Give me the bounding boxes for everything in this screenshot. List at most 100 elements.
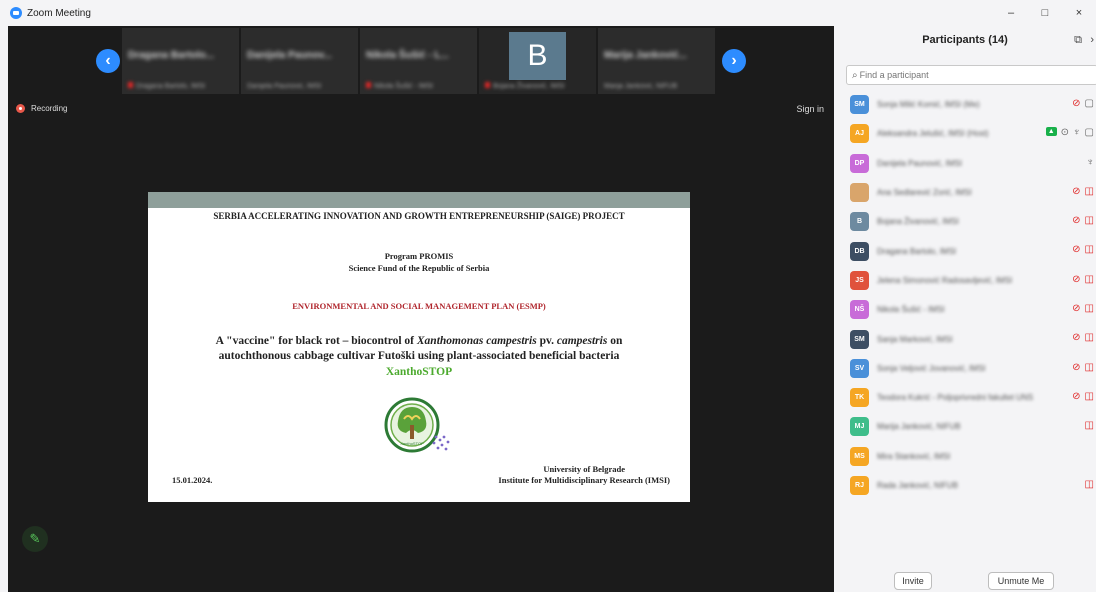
avatar: TK [850,388,869,408]
avatar: SM [850,329,869,349]
participant-name: Bojana Živanović, IMSI [877,217,959,227]
mic-icon: ♆ [1086,156,1095,168]
muted-mic-icon: ⊘ [1072,303,1081,315]
video-off-icon: ◫ [1084,390,1094,402]
participant-row[interactable]: TK Teodora Kukrić - Poljoprivredni fakult… [834,383,1096,412]
participant-name: Mira Stanković, IMSI [877,451,951,461]
muted-mic-icon: ⊘ [1072,273,1081,285]
participant-row[interactable]: DP Danijela Paunović, IMSI ♆ [834,149,1096,178]
video-tile[interactable]: Dragana Bartolo... Dragana Bartolo, IMSI [122,28,239,94]
avatar [850,183,869,203]
muted-mic-icon: ⊘ [1072,244,1081,256]
tile-sub-text: Bojana Živanović, IMSI [493,83,565,90]
participant-status-icons: ⊘ ◫ [1072,215,1094,226]
participant-search[interactable]: ⌕ [846,65,1096,85]
participant-status-icons: ♆ [1087,157,1095,168]
tile-name: Marija Janković... [604,50,687,61]
participant-name: Nikola Šušić - IMSI [877,305,945,315]
unmute-me-button[interactable]: Unmute Me [988,572,1054,590]
muted-mic-icon: ⊘ [1072,361,1081,373]
muted-mic-icon: ⊘ [1072,390,1081,402]
participant-name: Rada Janković, NIFUB [877,481,958,490]
recording-indicator[interactable]: Recording [16,104,67,113]
pop-out-icon[interactable]: ⧉ [1074,34,1082,47]
participant-list: SM Sonja Milić Komić, IMSI (Me) ⊘ ▢ AJ Aleksa… [834,90,1096,500]
avatar: RJ [850,476,869,495]
avatar: SM [850,95,869,115]
participant-row[interactable]: RJ Rada Janković, NIFUB ◫ [834,471,1096,500]
participant-name: Dragana Bartolo, IMSI [877,246,957,256]
participant-row[interactable]: JS Jelena Simonović Radosavljević, IMSI ⊘ ◫ [834,266,1096,295]
title-part: on [607,335,623,347]
xanthostop-logo-icon: XanthoSTOP [384,397,450,453]
next-page-icon[interactable]: › [722,49,746,73]
tile-name: Danijela Paunov... [247,50,332,61]
tile-subtitle: Nikola Šušić - IMSI [366,82,433,90]
muted-mic-icon: ⊘ [1072,185,1081,197]
participant-row[interactable]: MJ Marija Janković, NIFUB ◫ [834,412,1096,441]
invite-button[interactable]: Invite [894,572,932,590]
video-tile[interactable]: Nikola Šušić - L... Nikola Šušić - IMSI [360,28,477,94]
maximize-button[interactable]: □ [1028,0,1062,26]
participant-row[interactable]: MS Mira Stanković, IMSI [834,442,1096,471]
avatar: NŠ [850,300,869,320]
sign-in-link[interactable]: Sign in [796,104,824,114]
participant-row[interactable]: B Bojana Živanović, IMSI ⊘ ◫ [834,207,1096,236]
avatar: JS [850,270,869,290]
tile-sub-text: Dragana Bartolo, IMSI [136,83,206,90]
tile-sub-text: Nikola Šušić - IMSI [374,83,434,90]
video-off-icon: ▢ [1084,98,1094,109]
participant-name: Jelena Simonović Radosavljević, IMSI [877,275,1013,285]
window-title: Zoom Meeting [27,7,91,19]
video-off-icon: ▢ [1084,127,1094,139]
participant-status-icons: ⊘ ◫ [1072,244,1094,255]
avatar: MS [850,446,869,466]
avatar: SV [850,358,869,378]
participant-name: Ana Sedlarević Zorić, IMSI [877,188,972,198]
participant-name: Danijela Paunović, IMSI [877,158,962,168]
video-strip: Dragana Bartolo... Dragana Bartolo, IMSI… [122,28,718,94]
video-tile[interactable]: Marija Janković... Marija Janković, NIFU… [598,28,715,94]
search-input[interactable] [859,70,1080,80]
meeting-stage: ‹ Dragana Bartolo... Dragana Bartolo, IM… [8,26,834,592]
video-off-icon: ◫ [1084,361,1094,373]
participant-name: Sanja Marković, IMSI [877,334,953,344]
minimize-button[interactable]: – [994,0,1028,26]
participant-row[interactable]: DB Dragana Bartolo, IMSI ⊘ ◫ [834,236,1096,265]
participant-row[interactable]: SV Sonja Veljović Jovanović, IMSI ⊘ ◫ [834,354,1096,383]
avatar: B [509,32,566,80]
muted-mic-icon [128,82,133,88]
video-tile[interactable]: Danijela Paunov... Danijela Paunović, IM… [241,28,358,94]
video-off-icon: ◫ [1084,215,1094,227]
previous-page-icon[interactable]: ‹ [96,49,120,73]
participant-status-icons: ◫ [1085,420,1094,431]
mic-icon: ♆ [1073,127,1081,139]
participant-status-icons: ⊘ ◫ [1072,362,1094,373]
participant-row[interactable]: AJ Aleksandra Jelušić, IMSI (Host) ▲ ⊙ ♆ ▢ [834,119,1096,148]
video-tile[interactable]: B Bojana Živanović, IMSI [479,28,596,94]
tile-sub-text: Marija Janković, NIFUB [604,83,678,90]
tile-subtitle: Marija Janković, NIFUB [604,83,677,90]
muted-mic-icon: ⊘ [1072,98,1081,109]
participant-name: Sonja Veljović Jovanović, IMSI [877,363,986,373]
close-button[interactable]: × [1062,0,1096,26]
title-part: A "vaccine" for black rot – biocontrol o… [215,335,417,347]
zoom-logo-icon [10,7,22,19]
participant-name: Teodora Kukrić - Poljoprivredni fakultet… [877,393,1034,403]
muted-mic-icon: ⊘ [1072,215,1081,227]
avatar: DP [850,153,869,173]
participant-row[interactable]: SM Sonja Milić Komić, IMSI (Me) ⊘ ▢ [834,90,1096,119]
participant-status-icons: ◫ [1085,479,1094,490]
avatar: AJ [850,124,869,144]
participant-row[interactable]: NŠ Nikola Šušić - IMSI ⊘ ◫ [834,295,1096,324]
participant-row[interactable]: Ana Sedlarević Zorić, IMSI ⊘ ◫ [834,178,1096,207]
recording-label: Recording [31,104,68,113]
annotate-pen-icon[interactable]: ✎ [22,526,48,552]
video-off-icon: ◫ [1084,420,1094,432]
participant-row[interactable]: SM Sanja Marković, IMSI ⊘ ◫ [834,324,1096,353]
record-icon [16,104,25,113]
panel-close-icon[interactable]: › [1090,34,1094,46]
slide-fund: Science Fund of the Republic of Serbia [348,263,490,273]
slide-project-name: XanthoSTOP [385,366,453,378]
title-species: Xanthomonas campestris [416,335,537,347]
